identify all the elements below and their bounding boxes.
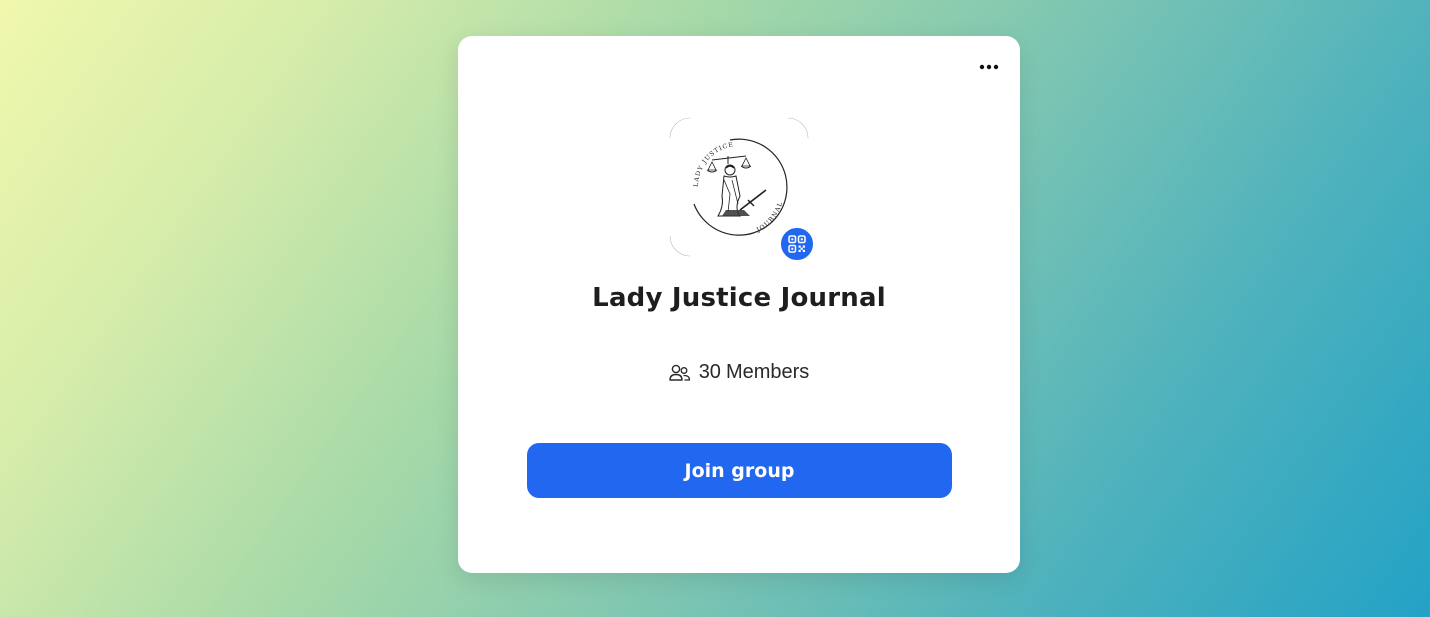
qr-code-icon [788,235,806,253]
join-group-button[interactable]: Join group [527,443,952,498]
more-horizontal-icon [979,64,999,70]
member-count[interactable]: 30 Members [458,361,1020,384]
svg-text:JOURNAL: JOURNAL [755,200,785,234]
svg-text:LADY JUSTICE: LADY JUSTICE [693,141,735,187]
group-card: LADY JUSTICE JOURNAL Lady Justice Journa… [458,36,1020,573]
users-icon [668,364,690,381]
member-count-label: Members [725,361,810,383]
qr-code-button[interactable] [779,226,815,262]
member-count-value: 30 [698,361,721,383]
more-options-button[interactable] [976,56,1002,78]
page-background: LADY JUSTICE JOURNAL Lady Justice Journa… [0,0,1430,617]
group-title: Lady Justice Journal [592,283,886,313]
group-avatar-container: LADY JUSTICE JOURNAL [668,116,815,262]
